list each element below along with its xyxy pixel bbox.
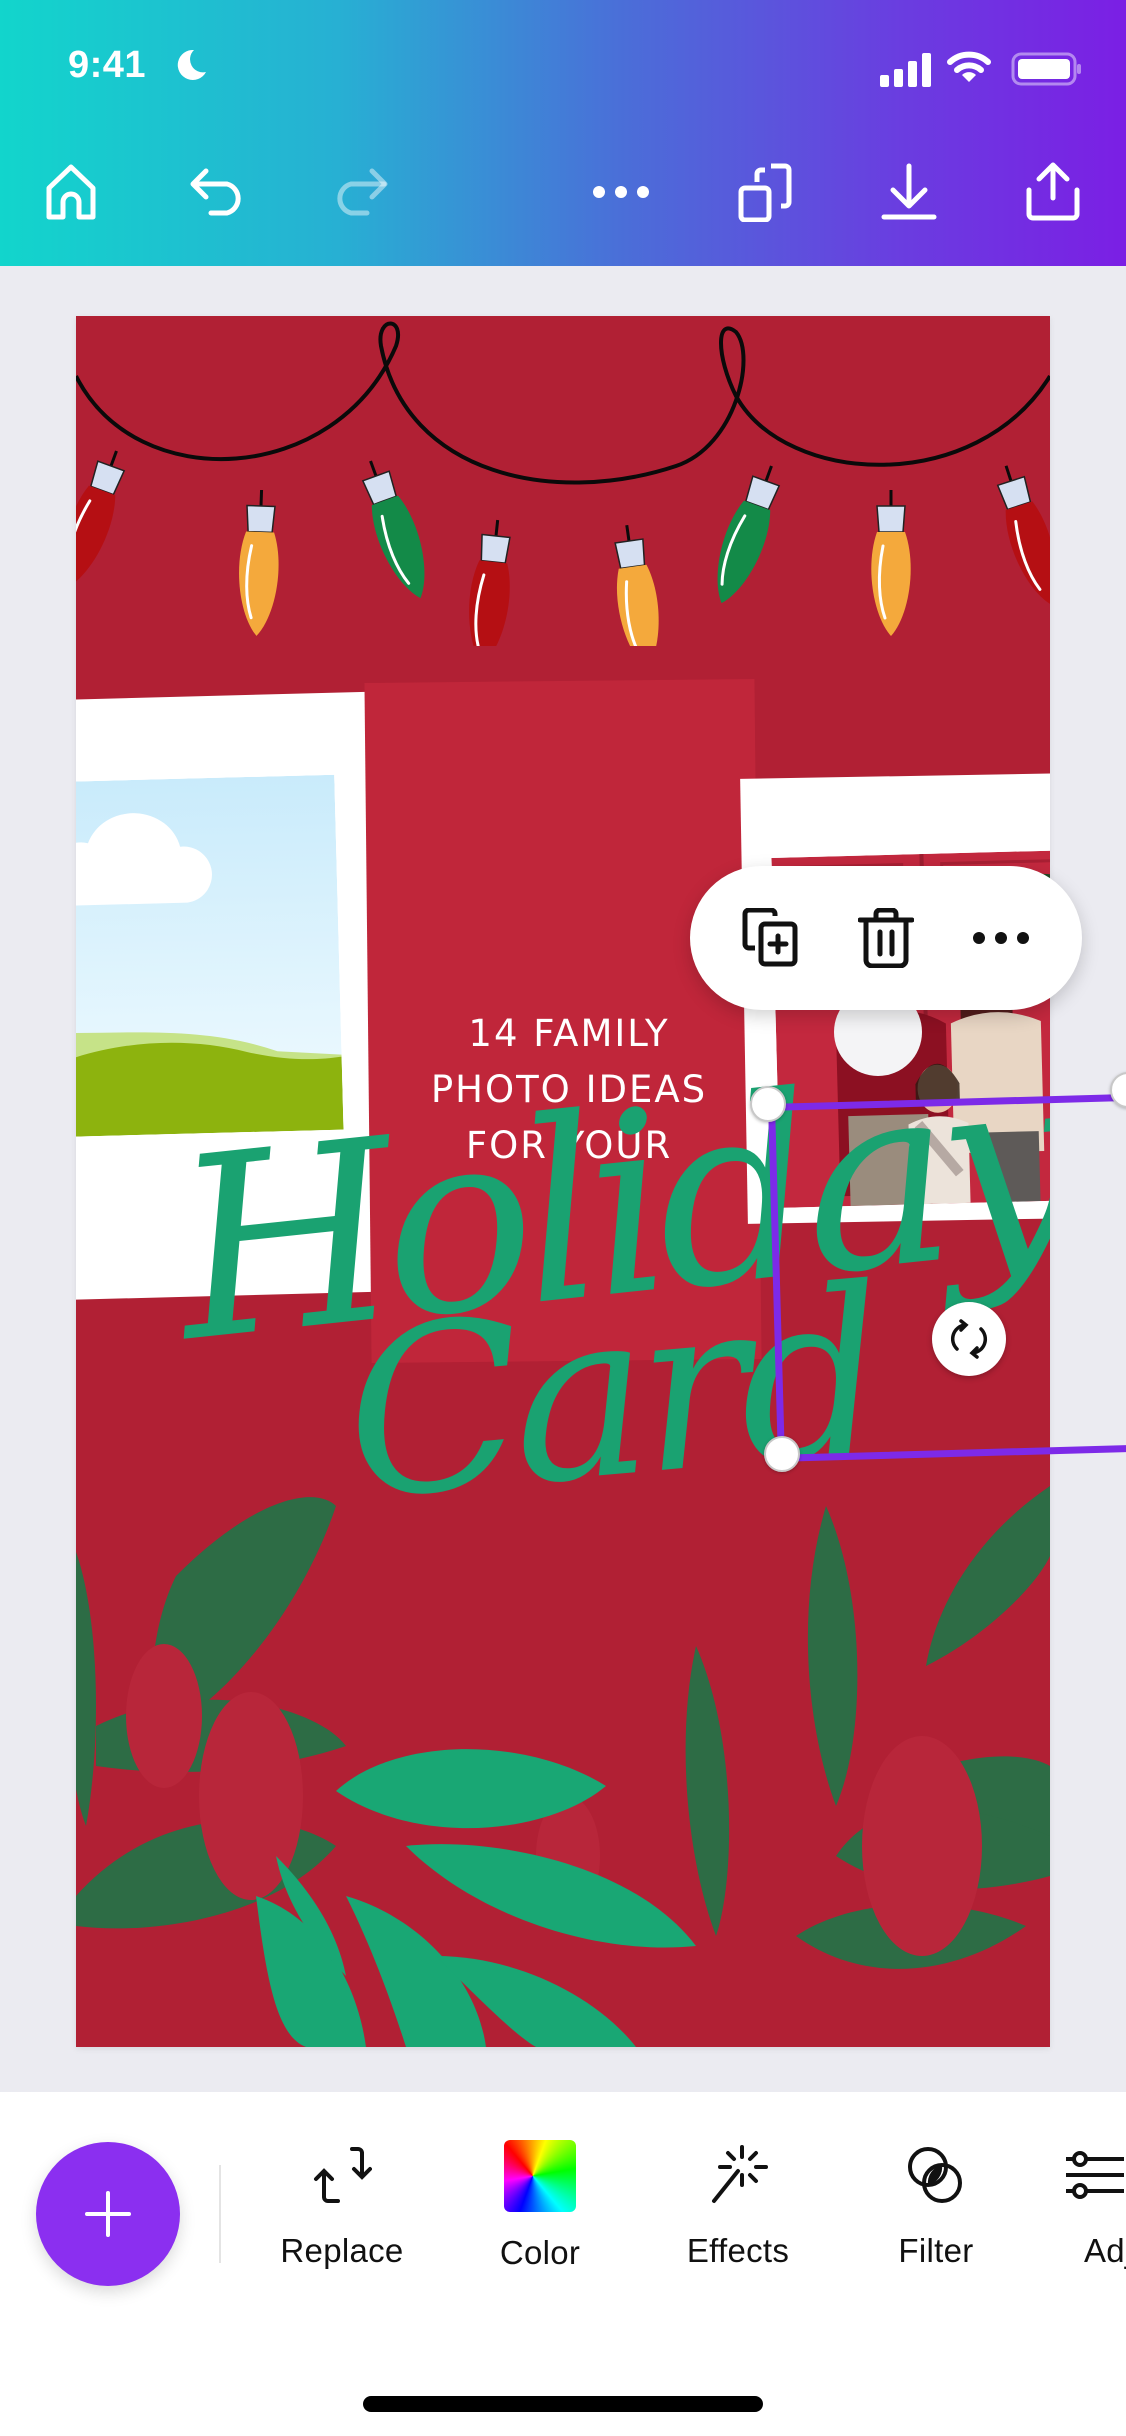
share-icon	[1026, 162, 1080, 221]
light-bulb	[361, 460, 425, 599]
share-button[interactable]	[1018, 157, 1088, 227]
toolbar-color[interactable]: Color	[460, 2140, 620, 2271]
plus-icon	[85, 2191, 131, 2237]
toolbar-divider	[219, 2165, 221, 2263]
more-horizontal-icon	[593, 186, 649, 198]
toolbar-replace[interactable]: Replace	[262, 2140, 422, 2270]
add-element-button[interactable]	[36, 2142, 180, 2286]
battery-icon	[1011, 52, 1081, 86]
undo-button[interactable]	[184, 157, 254, 227]
light-bulb	[76, 450, 126, 589]
adjust-sliders-icon	[1066, 2151, 1124, 2199]
string-lights	[76, 321, 1050, 646]
resize-handle-bottom-left[interactable]	[764, 1436, 800, 1472]
canvas-area[interactable]: 14 FAMILY PHOTO IDEAS FOR YOUR Holiday C…	[0, 266, 1126, 2092]
light-bulb	[469, 519, 511, 646]
selection-box[interactable]	[768, 1090, 1126, 1462]
home-icon	[46, 164, 96, 220]
wifi-icon	[947, 51, 991, 82]
light-bulb	[717, 465, 781, 604]
toolbar-filter[interactable]: Filter	[856, 2140, 1016, 2270]
color-swatch-icon	[504, 2140, 576, 2212]
duplicate-icon	[742, 908, 798, 967]
delete-button[interactable]	[846, 898, 926, 978]
light-bulb	[996, 465, 1050, 605]
toolbar-adjust[interactable]: Adjust	[1054, 2140, 1126, 2270]
cellular-signal-icon	[880, 53, 931, 87]
toolbar-effects[interactable]: Effects	[658, 2140, 818, 2270]
rotate-icon	[950, 1319, 988, 1359]
more-horizontal-icon	[972, 932, 1029, 944]
more-options-button[interactable]	[586, 157, 656, 227]
home-button[interactable]	[36, 157, 106, 227]
pages-icon	[738, 163, 792, 222]
placeholder-image[interactable]	[76, 774, 344, 1138]
light-bulb	[614, 524, 659, 646]
foliage-decoration	[76, 1486, 1050, 2047]
filter-icon	[908, 2147, 962, 2203]
light-bulb	[239, 489, 279, 636]
selection-context-menu	[690, 866, 1082, 1010]
light-bulb	[871, 490, 911, 636]
download-button[interactable]	[874, 157, 944, 227]
magic-wand-icon	[712, 2145, 768, 2203]
redo-button[interactable]	[324, 157, 394, 227]
rotate-handle[interactable]	[932, 1302, 1006, 1376]
top-bar: 9:41	[0, 0, 1126, 266]
moon-icon	[177, 49, 206, 80]
redo-icon	[337, 168, 388, 216]
pages-button[interactable]	[730, 157, 800, 227]
replace-icon	[314, 2147, 372, 2203]
undo-icon	[190, 168, 241, 216]
more-options-menu-button[interactable]	[961, 898, 1041, 978]
resize-handle-top-left[interactable]	[750, 1086, 786, 1122]
status-time: 9:41	[68, 44, 147, 86]
download-icon	[881, 163, 937, 220]
trash-icon	[857, 908, 914, 968]
home-indicator	[363, 2396, 763, 2412]
duplicate-button[interactable]	[731, 898, 811, 978]
